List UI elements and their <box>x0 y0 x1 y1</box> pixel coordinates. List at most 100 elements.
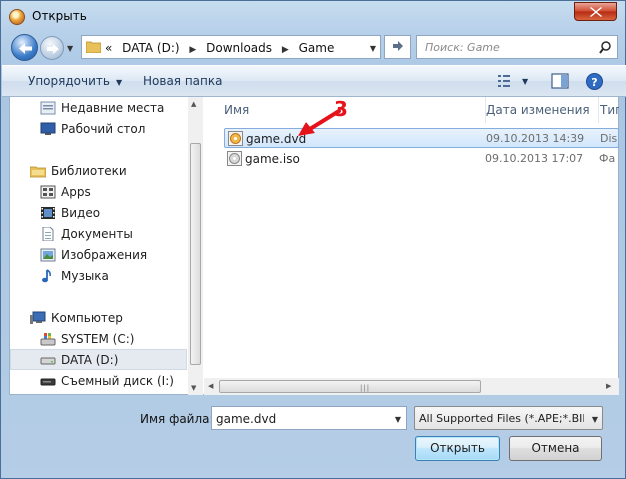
scroll-up-icon[interactable]: ▲ <box>191 100 196 108</box>
sidebar-item-system-drive[interactable]: SYSTEM (C:) <box>10 329 187 350</box>
column-header-date-label: Дата изменения <box>486 103 590 117</box>
view-options-icon[interactable] <box>497 73 515 89</box>
file-name: game.iso <box>245 152 300 166</box>
command-bar: Упорядочить ▼ Новая папка ▼ ? <box>2 65 626 97</box>
address-bar[interactable]: « DATA (D:) ▶ Downloads ▶ Game ▼ <box>81 35 381 59</box>
sidebar-item-label: Изображения <box>61 248 148 262</box>
new-folder-button[interactable]: Новая папка <box>143 74 222 88</box>
scroll-left-icon[interactable]: ◀ <box>208 382 213 390</box>
search-icon[interactable] <box>599 41 611 54</box>
view-dropdown-icon[interactable]: ▼ <box>522 77 528 86</box>
breadcrumb-separator-icon[interactable]: ▶ <box>282 45 289 55</box>
dvd-file-icon <box>228 131 243 146</box>
browser-content: Недавние места Рабочий стол Библиотеки A… <box>9 97 619 395</box>
sidebar-item-computer[interactable]: Компьютер <box>10 308 187 329</box>
file-type: Dis <box>600 132 618 145</box>
column-header-type-label: Тип <box>600 103 619 117</box>
close-icon <box>590 7 602 17</box>
open-dialog-window: Открыть ▼ « DATA (D:) ▶ Downloads ▶ Game <box>0 0 626 479</box>
forward-arrow-icon <box>47 44 59 54</box>
sidebar-item-video[interactable]: Видео <box>10 203 187 224</box>
sidebar-item-label: Документы <box>61 227 133 241</box>
forward-button[interactable] <box>40 36 64 60</box>
organize-label: Упорядочить <box>28 74 110 88</box>
close-button[interactable] <box>574 2 617 21</box>
libraries-icon <box>30 166 46 178</box>
video-icon <box>41 207 55 219</box>
scrollbar-grip-icon: ||| <box>360 384 371 392</box>
breadcrumb-item[interactable]: Game <box>299 41 335 55</box>
folder-icon <box>86 41 101 53</box>
breadcrumb: « DATA (D:) ▶ Downloads ▶ Game <box>105 41 340 55</box>
organize-menu[interactable]: Упорядочить ▼ <box>28 74 122 88</box>
svg-text:?: ? <box>591 76 597 89</box>
sidebar-item-libraries[interactable]: Библиотеки <box>10 161 187 182</box>
file-date: 09.10.2013 14:39 <box>486 132 585 145</box>
system-drive-icon <box>40 333 56 346</box>
sidebar-item-label: SYSTEM (C:) <box>61 332 135 346</box>
pictures-icon <box>40 248 56 262</box>
window-title: Открыть <box>32 9 87 23</box>
breadcrumb-item[interactable]: Downloads <box>206 41 272 55</box>
column-header-name-label: Имя <box>224 103 250 117</box>
sidebar-item-apps[interactable]: Apps <box>10 182 187 203</box>
breadcrumb-item[interactable]: DATA (D:) <box>122 41 179 55</box>
computer-icon <box>30 311 46 324</box>
refresh-button[interactable] <box>384 35 411 59</box>
sidebar-item-music[interactable]: Музыка <box>10 266 187 287</box>
sidebar-item-removable-drive[interactable]: Съемный диск (I:) <box>10 371 187 392</box>
scroll-down-icon[interactable]: ▼ <box>191 384 196 392</box>
sidebar-item-label: Библиотеки <box>51 164 127 178</box>
back-button[interactable] <box>11 34 38 61</box>
sidebar-scrollbar[interactable]: ▲ ▼ <box>188 97 203 395</box>
scroll-right-icon[interactable]: ▶ <box>606 382 611 390</box>
sidebar-item-pictures[interactable]: Изображения <box>10 245 187 266</box>
removable-drive-icon <box>40 378 56 386</box>
sidebar-item-recent-places[interactable]: Недавние места <box>10 98 187 119</box>
navigation-pane: Недавние места Рабочий стол Библиотеки A… <box>10 97 203 395</box>
music-icon <box>42 269 51 283</box>
sidebar-item-label: Музыка <box>61 269 109 283</box>
file-list: Имя Дата изменения Тип game.dvd 09.10.20… <box>204 97 619 395</box>
sidebar-item-label: Видео <box>61 206 101 220</box>
chevron-down-icon[interactable]: ▼ <box>395 415 401 424</box>
column-header-date[interactable]: Дата изменения <box>486 97 599 123</box>
breadcrumb-separator-icon[interactable]: ▶ <box>189 45 196 55</box>
search-input[interactable]: Поиск: Game <box>425 41 500 54</box>
sidebar-item-label: Недавние места <box>61 101 165 115</box>
cancel-button[interactable]: Отмена <box>509 436 602 461</box>
documents-icon <box>42 227 54 241</box>
sidebar-item-data-drive[interactable]: DATA (D:) <box>10 349 187 370</box>
chevron-down-icon[interactable]: ▼ <box>592 415 598 424</box>
file-row[interactable]: game.iso 09.10.2013 17:07 Фа <box>224 149 619 169</box>
annotation-arrow-icon <box>298 109 341 136</box>
scrollbar-thumb[interactable] <box>190 143 201 365</box>
sidebar-item-label: Съемный диск (I:) <box>61 374 174 388</box>
file-date: 09.10.2013 17:07 <box>485 152 584 165</box>
column-header-name[interactable]: Имя <box>224 97 486 123</box>
sidebar-item-documents[interactable]: Документы <box>10 224 187 245</box>
preview-pane-icon[interactable] <box>551 73 569 89</box>
open-button[interactable]: Открыть <box>415 436 500 461</box>
apps-library-icon <box>40 185 56 199</box>
column-header-type[interactable]: Тип <box>600 97 619 123</box>
scrollbar-thumb[interactable]: ||| <box>219 380 481 393</box>
breadcrumb-overflow[interactable]: « <box>105 41 112 55</box>
sidebar-item-desktop[interactable]: Рабочий стол <box>10 119 187 140</box>
app-icon <box>9 9 25 25</box>
back-arrow-icon <box>19 43 32 54</box>
desktop-icon <box>40 122 56 135</box>
sidebar-item-label: DATA (D:) <box>61 353 119 367</box>
address-history-dropdown-icon[interactable]: ▼ <box>370 44 376 53</box>
horizontal-scrollbar[interactable]: ◀ ||| ▶ <box>204 378 619 395</box>
search-box[interactable]: Поиск: Game <box>416 35 618 59</box>
filename-input[interactable]: game.dvd <box>216 412 276 426</box>
chevron-down-icon: ▼ <box>115 78 123 87</box>
title-bar[interactable]: Открыть <box>1 1 625 31</box>
file-row[interactable]: game.dvd 09.10.2013 14:39 Dis <box>224 128 619 148</box>
help-icon[interactable]: ? <box>586 73 603 90</box>
sidebar-item-label: Компьютер <box>51 311 123 325</box>
recent-pages-dropdown-icon[interactable]: ▼ <box>67 44 73 53</box>
filename-combobox[interactable]: game.dvd ▼ <box>211 406 407 430</box>
file-type-filter[interactable]: All Supported Files (*.APE;*.BIN ▼ <box>414 406 603 430</box>
